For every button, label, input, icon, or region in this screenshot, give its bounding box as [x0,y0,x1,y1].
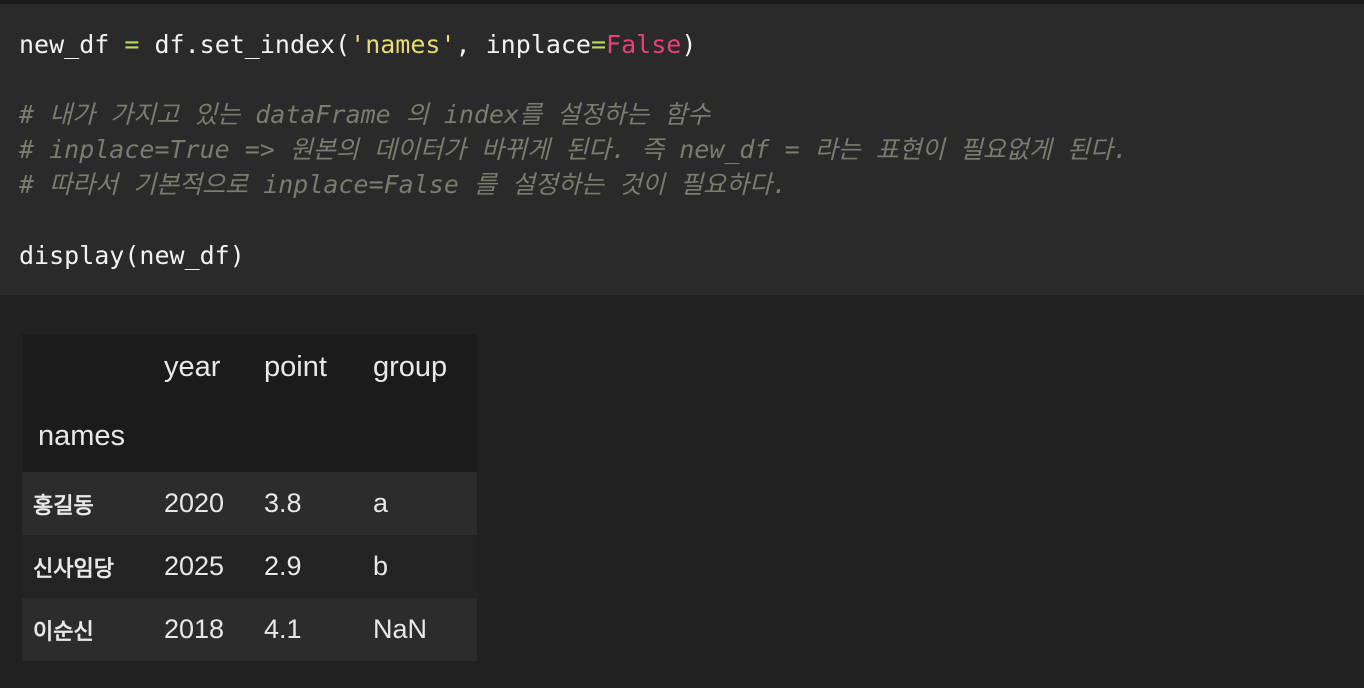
index-name-blank [164,400,264,472]
cell-group: b [373,535,477,598]
cell-year: 2025 [164,535,264,598]
index-name-header: names [22,400,164,472]
cell-year: 2020 [164,472,264,535]
code-token-call: df.set_index( [139,30,351,59]
code-token-param: , inplace [455,30,591,59]
cell-year: 2018 [164,598,264,661]
table-row: 이순신 2018 4.1 NaN [22,598,477,661]
code-line-display: display(new_df) [19,241,245,270]
column-header-group: group [373,334,477,400]
column-header-point: point [264,334,373,400]
code-token-string: 'names' [350,30,456,59]
table-header-row: year point group [22,334,477,400]
cell-group: a [373,472,477,535]
code-token-assign2: = [590,30,607,59]
code-line-set-index: new_df = df.set_index('names', inplace=F… [19,28,696,62]
cell-point: 2.9 [264,535,373,598]
index-name-blank [264,400,373,472]
index-name-row: names [22,400,477,472]
code-token-var: new_df [19,30,110,59]
code-token-assign: = [124,30,140,59]
index-name-blank [373,400,477,472]
header-corner [22,334,164,400]
code-comment-2: # inplace=True => 원본의 데이터가 바뀌게 된다. 즉 new… [19,135,1128,164]
column-header-year: year [164,334,264,400]
code-comment-3: # 따라서 기본적으로 inplace=False 를 설정하는 것이 필요하다… [19,170,788,199]
code-cell[interactable]: new_df = df.set_index('names', inplace=F… [0,4,1364,295]
row-index-label: 이순신 [22,598,164,661]
cell-group: NaN [373,598,477,661]
cell-point: 3.8 [264,472,373,535]
code-token-close: ) [681,30,697,59]
code-comment-1: # 내가 가지고 있는 dataFrame 의 index를 설정하는 함수 [19,100,711,129]
row-index-label: 신사임당 [22,535,164,598]
table-row: 신사임당 2025 2.9 b [22,535,477,598]
table-row: 홍길동 2020 3.8 a [22,472,477,535]
row-index-label: 홍길동 [22,472,164,535]
code-token-false: False [606,30,682,59]
dataframe-table: year point group names 홍길동 2020 3.8 a 신사… [22,334,477,661]
cell-point: 4.1 [264,598,373,661]
